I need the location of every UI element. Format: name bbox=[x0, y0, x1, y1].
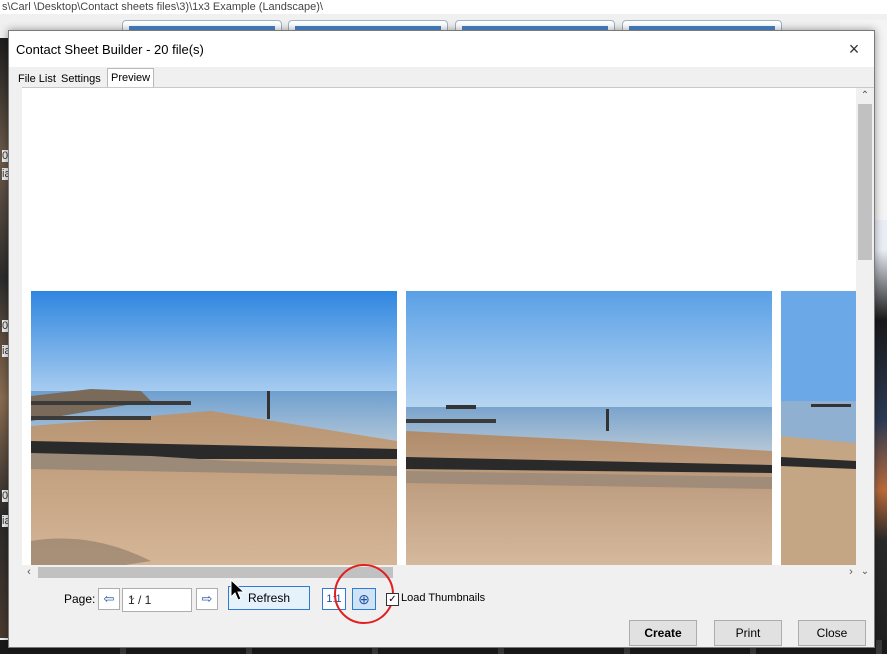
horizontal-scroll-thumb[interactable] bbox=[38, 567, 393, 578]
contact-sheet-photo bbox=[406, 291, 772, 580]
previous-page-arrow-icon[interactable]: ⇦ bbox=[98, 588, 120, 610]
scroll-down-icon[interactable]: ⌄ bbox=[856, 564, 874, 580]
fit-to-window-icon[interactable]: ⊕ bbox=[352, 588, 376, 610]
preview-pane: ⌃ ⌄ bbox=[22, 87, 874, 580]
contact-sheet-builder-dialog: Contact Sheet Builder - 20 file(s) × Fil… bbox=[8, 30, 875, 648]
contact-sheet-photo bbox=[31, 291, 397, 580]
scroll-left-icon[interactable]: ‹ bbox=[22, 565, 36, 580]
scroll-right-icon[interactable]: › bbox=[844, 565, 858, 580]
vertical-scrollbar[interactable]: ⌃ ⌄ bbox=[856, 88, 874, 580]
contact-sheet-photo bbox=[781, 291, 856, 580]
tab-settings[interactable]: Settings bbox=[58, 70, 104, 88]
load-thumbnails-label: Load Thumbnails bbox=[401, 592, 486, 604]
scroll-up-icon[interactable]: ⌃ bbox=[856, 88, 874, 104]
load-thumbnails-checkbox[interactable]: ✓ bbox=[386, 593, 399, 606]
actual-size-button[interactable]: 1:1 bbox=[322, 588, 346, 610]
create-button[interactable]: Create bbox=[629, 620, 697, 646]
next-page-arrow-icon[interactable]: ⇨ bbox=[196, 588, 218, 610]
page-label: Page: bbox=[64, 592, 96, 606]
horizontal-scrollbar[interactable]: ‹ › bbox=[22, 565, 858, 580]
chevron-down-icon: ⌄ bbox=[128, 592, 137, 603]
page-select[interactable]: 1 / 1 ⌄ bbox=[122, 588, 192, 612]
dialog-title: Contact Sheet Builder - 20 file(s) bbox=[16, 42, 204, 57]
close-button[interactable]: Close bbox=[798, 620, 866, 646]
background-path-bar: s\Carl \Desktop\Contact sheets files\3)\… bbox=[0, 0, 887, 14]
mouse-pointer-icon bbox=[230, 579, 246, 601]
title-bar: Contact Sheet Builder - 20 file(s) × bbox=[9, 31, 874, 67]
print-button[interactable]: Print bbox=[714, 620, 782, 646]
vertical-scroll-thumb[interactable] bbox=[858, 104, 872, 260]
close-icon[interactable]: × bbox=[842, 37, 866, 61]
tab-preview[interactable]: Preview bbox=[107, 68, 155, 89]
tab-file-list[interactable]: File List bbox=[15, 70, 59, 88]
